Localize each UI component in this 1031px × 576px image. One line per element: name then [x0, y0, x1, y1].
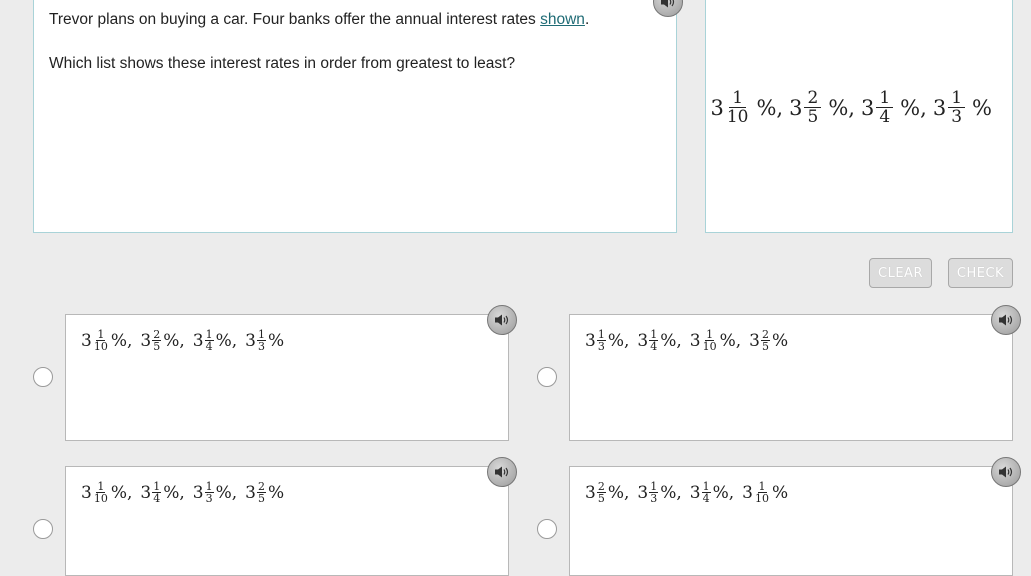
question-text-line1: Trevor plans on buying a car. Four banks…	[49, 11, 589, 29]
choice-c[interactable]: 3 1 10%, 3 1 4%, 3 1 3%, 3 2 5%	[65, 457, 517, 576]
rate-term: 3 1 10%,	[81, 480, 133, 505]
clear-button[interactable]: CLEAR	[869, 258, 932, 288]
rate-term: 3 1 4%,	[192, 328, 238, 353]
shown-link[interactable]: shown	[540, 11, 585, 28]
choice-c-expression: 3 1 10%, 3 1 4%, 3 1 3%, 3 2 5%	[81, 481, 292, 504]
rate-term: 3 1 3%	[932, 88, 992, 127]
speaker-icon	[999, 314, 1013, 326]
speaker-icon	[999, 466, 1013, 478]
choice-d[interactable]: 3 2 5%, 3 1 3%, 3 1 4%, 3 1 10%	[569, 457, 1021, 576]
speaker-icon	[495, 466, 509, 478]
choice-a-expression: 3 1 10%, 3 2 5%, 3 1 4%, 3 1 3%	[81, 329, 292, 352]
choice-b-audio-button[interactable]	[991, 305, 1021, 335]
rate-term: 3 1 4%,	[689, 480, 735, 505]
interest-rates-figure: 3 1 10%, 3 2 5%, 3 1 4%, 3 1 3%	[710, 89, 998, 126]
check-button[interactable]: CHECK	[948, 258, 1013, 288]
rate-term: 3 1 10%,	[81, 328, 133, 353]
question-panel: Trevor plans on buying a car. Four banks…	[33, 0, 683, 233]
question-audio-button[interactable]	[653, 0, 683, 17]
question-period: .	[584, 11, 590, 28]
rate-term: 3 2 5%	[245, 480, 285, 505]
choice-a[interactable]: 3 1 10%, 3 2 5%, 3 1 4%, 3 1 3%	[65, 305, 517, 441]
rate-term: 3 1 3%,	[637, 480, 682, 505]
rate-term: 3 1 4%,	[860, 88, 927, 127]
choice-a-radio[interactable]	[33, 367, 53, 387]
rate-term: 3 1 3%	[245, 328, 285, 353]
rate-term: 3 2 5%,	[585, 480, 630, 505]
rate-term: 3 1 3%,	[192, 480, 238, 505]
rate-term: 3 2 5%,	[789, 88, 855, 127]
figure-panel: 3 1 10%, 3 2 5%, 3 1 4%, 3 1 3%	[705, 0, 1013, 233]
choice-d-radio[interactable]	[537, 519, 557, 539]
choice-c-radio[interactable]	[33, 519, 53, 539]
rate-term: 3 1 4%,	[140, 480, 185, 505]
rate-term: 3 1 3%,	[585, 328, 630, 353]
rate-term: 3 1 10%,	[689, 328, 742, 353]
question-prompt: Which list shows these interest rates in…	[49, 55, 516, 72]
rate-term: 3 2 5%	[749, 328, 789, 353]
choice-d-expression: 3 2 5%, 3 1 3%, 3 1 4%, 3 1 10%	[585, 481, 796, 504]
choice-b[interactable]: 3 1 3%, 3 1 4%, 3 1 10%, 3 2 5%	[569, 305, 1021, 441]
rate-term: 3 1 10%,	[710, 88, 784, 127]
choice-b-radio[interactable]	[537, 367, 557, 387]
rate-term: 3 1 4%,	[637, 328, 682, 353]
rate-term: 3 1 10%	[742, 480, 789, 505]
choice-a-audio-button[interactable]	[487, 305, 517, 335]
choice-c-audio-button[interactable]	[487, 457, 517, 487]
choice-b-expression: 3 1 3%, 3 1 4%, 3 1 10%, 3 2 5%	[585, 329, 796, 352]
rate-term: 3 2 5%,	[140, 328, 185, 353]
choice-d-audio-button[interactable]	[991, 457, 1021, 487]
speaker-icon	[661, 0, 675, 8]
speaker-icon	[495, 314, 509, 326]
question-text: Trevor plans on buying a car. Four banks…	[49, 11, 541, 28]
